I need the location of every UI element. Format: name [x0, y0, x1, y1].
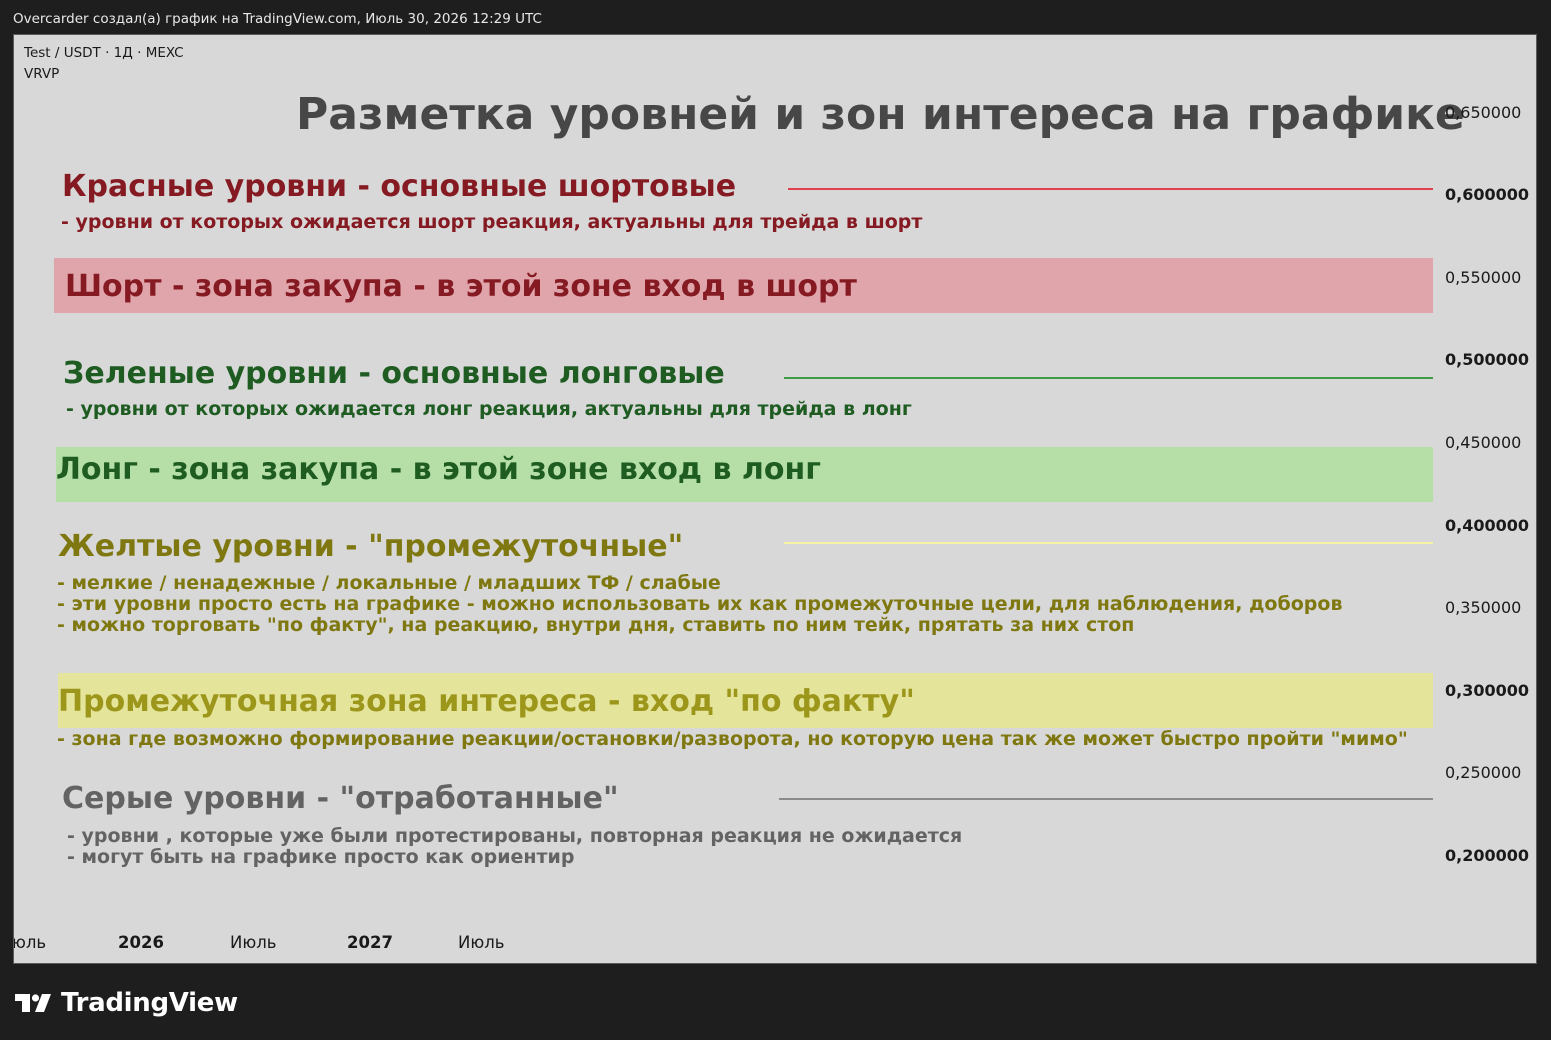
time-label: 2027	[347, 933, 393, 952]
chart-snapshot-caption: Overcarder создал(а) график на TradingVi…	[13, 11, 542, 27]
long-zone-label: Лонг - зона закупа - в этой зоне вход в …	[56, 452, 821, 487]
yellow-levels-description-2: - эти уровни просто есть на графике - мо…	[57, 593, 1343, 615]
green-levels-description: - уровни от которых ожидается лонг реакц…	[66, 398, 912, 420]
long-zone[interactable]: Лонг - зона закупа - в этой зоне вход в …	[56, 447, 1433, 502]
gray-levels-description-1: - уровни , которые уже были протестирова…	[67, 825, 963, 847]
chart-title: Разметка уровней и зон интереса на графи…	[296, 89, 1465, 140]
price-label: 0,550000	[1445, 268, 1522, 287]
gray-levels-title: Серые уровни - "отработанные"	[62, 781, 619, 816]
price-label: 0,650000	[1445, 103, 1522, 122]
yellow-levels-title: Желтые уровни - "промежуточные"	[58, 529, 684, 564]
tradingview-logo-icon	[15, 994, 51, 1012]
price-label: 0,450000	[1445, 433, 1522, 452]
indicator-label-vrvp[interactable]: VRVP	[24, 66, 59, 82]
red-level-line[interactable]	[788, 188, 1433, 190]
time-label: юль	[13, 933, 47, 952]
red-levels-title: Красные уровни - основные шортовые	[62, 169, 737, 204]
price-label: 0,300000	[1445, 681, 1530, 700]
time-label: Июль	[230, 933, 277, 952]
mid-interest-zone[interactable]: Промежуточная зона интереса - вход "по ф…	[58, 673, 1433, 728]
price-label: 0,200000	[1445, 846, 1530, 865]
red-levels-description: - уровни от которых ожидается шорт реакц…	[61, 211, 923, 233]
gray-level-line[interactable]	[779, 798, 1433, 800]
price-label: 0,400000	[1445, 516, 1530, 535]
gray-levels-description-2: - могут быть на графике просто как ориен…	[67, 846, 575, 868]
price-label: 0,350000	[1445, 598, 1522, 617]
yellow-level-line[interactable]	[784, 542, 1433, 544]
green-levels-title: Зеленые уровни - основные лонговые	[63, 356, 725, 391]
time-label: 2026	[118, 933, 164, 952]
mid-zone-label: Промежуточная зона интереса - вход "по ф…	[58, 684, 915, 719]
tradingview-logo[interactable]: TradingView	[15, 988, 238, 1018]
tradingview-brand-text: TradingView	[61, 988, 238, 1018]
time-label: Июль	[458, 933, 505, 952]
yellow-levels-description-3: - можно торговать "по факту", на реакцию…	[57, 614, 1135, 636]
mid-zone-description: - зона где возможно формирование реакции…	[57, 728, 1408, 750]
symbol-info[interactable]: Test / USDT · 1Д · MEXC	[24, 45, 184, 61]
yellow-levels-description-1: - мелкие / ненадежные / локальные / млад…	[57, 572, 721, 594]
short-zone[interactable]: Шорт - зона закупа - в этой зоне вход в …	[54, 258, 1433, 313]
green-level-line[interactable]	[784, 377, 1433, 379]
price-label: 0,500000	[1445, 350, 1530, 369]
price-label: 0,250000	[1445, 763, 1522, 782]
short-zone-label: Шорт - зона закупа - в этой зоне вход в …	[65, 269, 857, 304]
chart-canvas[interactable]: Test / USDT · 1Д · MEXC VRVP Разметка ур…	[13, 34, 1537, 964]
price-label: 0,600000	[1445, 185, 1530, 204]
